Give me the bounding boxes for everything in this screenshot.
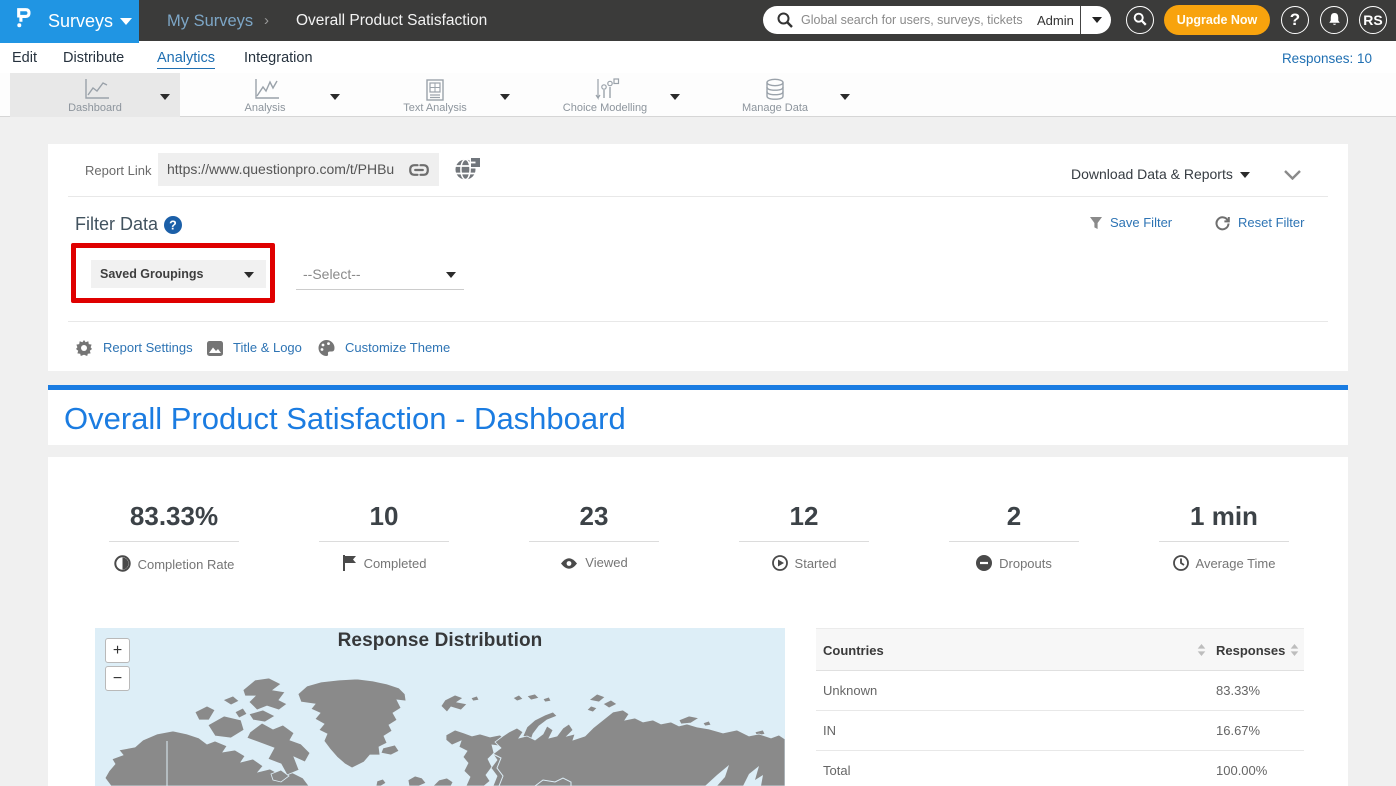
svg-text:?: ? xyxy=(169,219,177,233)
